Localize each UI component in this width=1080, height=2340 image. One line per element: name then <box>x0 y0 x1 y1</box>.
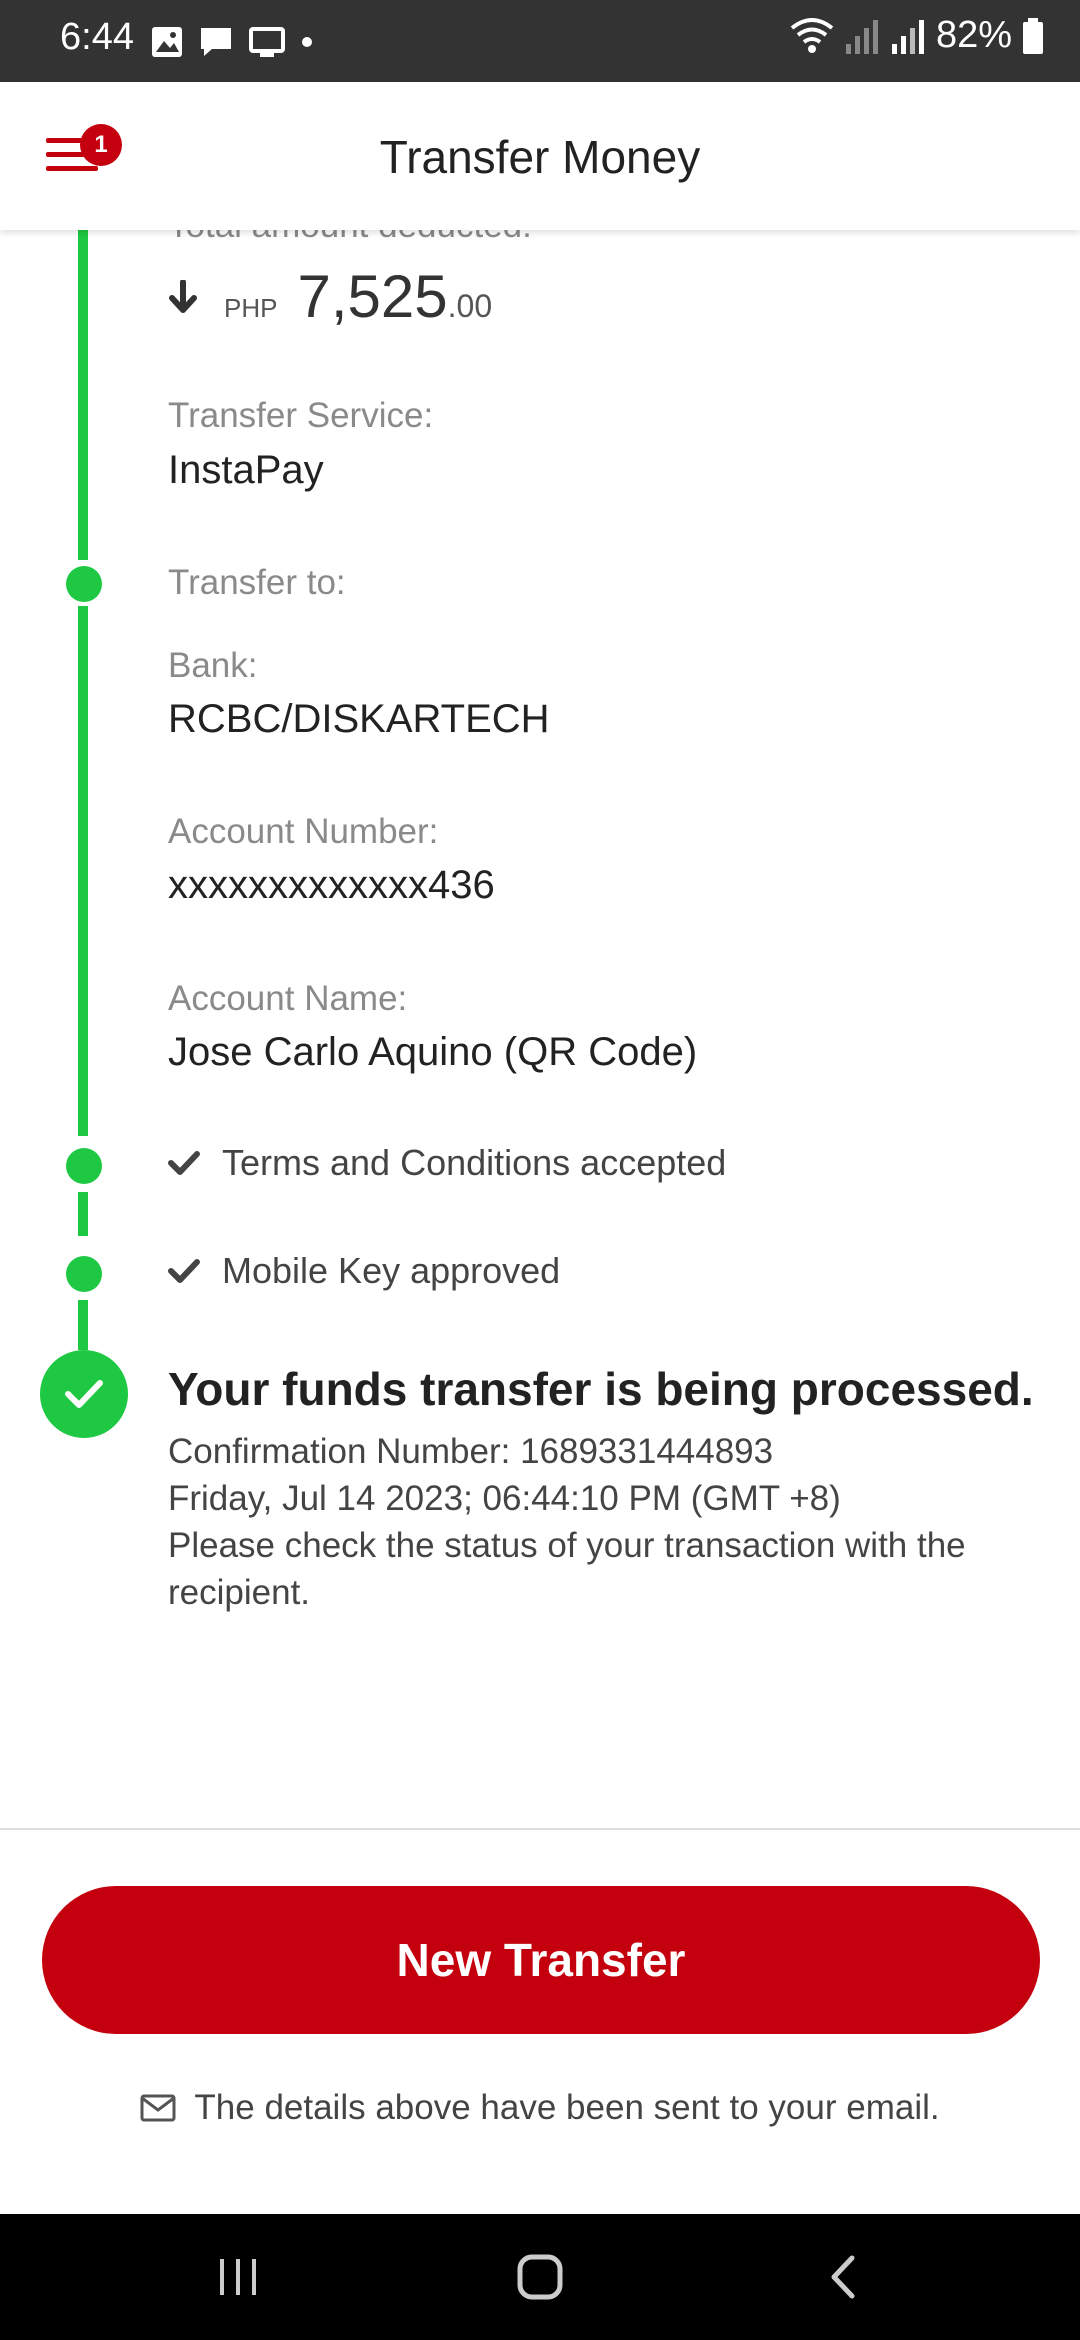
transaction-datetime: Friday, Jul 14 2023; 06:44:10 PM (GMT +8… <box>168 1479 841 1518</box>
confirmation-number: Confirmation Number: 1689331444893 <box>168 1432 774 1471</box>
divider <box>0 1828 1080 1830</box>
system-nav-bar <box>0 2214 1080 2340</box>
account-name-label: Account Name: <box>168 979 408 1018</box>
terms-accepted-row: Terms and Conditions accepted <box>168 1142 726 1184</box>
mobile-key-text: Mobile Key approved <box>222 1250 561 1291</box>
signal-icon <box>891 19 924 54</box>
amount-whole: 7,525 <box>297 263 448 330</box>
status-bar: 6:44 82% <box>0 0 1080 82</box>
amount-currency: PHP <box>224 293 278 323</box>
recipient-note: Please check the status of your transact… <box>168 1526 966 1612</box>
service-label: Transfer Service: <box>168 396 434 435</box>
recent-apps-icon <box>220 2259 256 2295</box>
terms-accepted-text: Terms and Conditions accepted <box>222 1142 727 1183</box>
amount-cents: .00 <box>447 288 493 324</box>
mail-icon <box>140 2094 176 2122</box>
checkmark-icon <box>168 1151 200 1175</box>
status-time: 6:44 <box>60 16 134 58</box>
new-transfer-button[interactable]: New Transfer <box>42 1886 1040 2034</box>
dot-icon <box>302 37 312 47</box>
signal-icon <box>845 19 878 54</box>
success-check-circle <box>40 1350 128 1438</box>
amount-row: PHP 7,525 .00 <box>168 262 492 331</box>
page-title: Transfer Money <box>379 131 701 183</box>
battery-icon <box>1023 17 1043 54</box>
home-icon <box>517 2254 563 2300</box>
wifi-icon <box>790 17 834 53</box>
transfer-to-label: Transfer to: <box>168 563 346 602</box>
account-number-label: Account Number: <box>168 812 439 851</box>
check-icon <box>65 1380 103 1408</box>
success-details: Confirmation Number: 1689331444893 Frida… <box>168 1428 998 1616</box>
bank-value: RCBC/DISKARTECH <box>168 697 550 741</box>
app-header: 1 Transfer Money <box>0 82 1080 230</box>
timeline-dot <box>66 1148 102 1184</box>
back-icon <box>831 2255 855 2299</box>
mobile-key-row: Mobile Key approved <box>168 1250 560 1292</box>
success-title: Your funds transfer is being processed. <box>168 1363 1034 1415</box>
arrow-down-icon <box>169 279 197 313</box>
checkmark-icon <box>168 1259 200 1283</box>
status-notification-icons <box>150 22 314 62</box>
timeline-dot <box>66 1256 102 1292</box>
email-note: The details above have been sent to your… <box>0 2088 1080 2128</box>
battery-percentage: 82% <box>935 14 1012 56</box>
image-icon <box>152 27 182 57</box>
home-button[interactable] <box>480 2214 600 2340</box>
account-number-value: xxxxxxxxxxxxx436 <box>168 863 495 907</box>
message-icon <box>201 28 231 56</box>
email-note-text: The details above have been sent to your… <box>194 2088 940 2127</box>
bank-label: Bank: <box>168 646 258 685</box>
cast-icon <box>249 27 285 57</box>
status-system-icons: 82% <box>790 14 1044 57</box>
service-value: InstaPay <box>168 448 324 492</box>
recent-apps-button[interactable] <box>178 2214 298 2340</box>
account-name-value: Jose Carlo Aquino (QR Code) <box>168 1030 698 1074</box>
back-button[interactable] <box>783 2214 903 2340</box>
timeline-dot <box>66 566 102 602</box>
